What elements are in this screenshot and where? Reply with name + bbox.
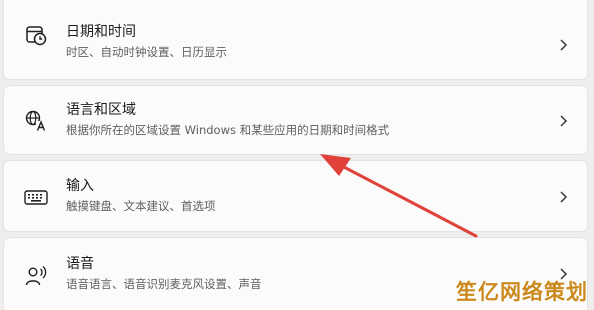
- chevron-right-icon: [560, 115, 568, 127]
- settings-item-language-region[interactable]: 语言和区域 根据你所在的区域设置 Windows 和某些应用的日期和时间格式: [3, 85, 588, 155]
- settings-item-title: 输入: [66, 178, 94, 194]
- settings-item-subtitle: 语音语言、语音识别麦克风设置、声音: [66, 277, 262, 291]
- settings-item-subtitle: 触摸键盘、文本建议、首选项: [66, 199, 216, 213]
- settings-page: 日期和时间 时区、自动时钟设置、日历显示 语言和区域 根据你所在的区域设置 Wi…: [0, 0, 594, 310]
- chevron-right-icon: [560, 39, 568, 51]
- settings-item-title: 日期和时间: [66, 24, 136, 40]
- settings-item-input[interactable]: 输入 触摸键盘、文本建议、首选项: [3, 160, 588, 232]
- settings-item-date-time[interactable]: 日期和时间 时区、自动时钟设置、日历显示: [3, 0, 588, 80]
- language-icon: [23, 108, 49, 134]
- settings-item-subtitle: 时区、自动时钟设置、日历显示: [66, 45, 227, 59]
- keyboard-icon: [23, 184, 49, 210]
- settings-item-title: 语音: [66, 256, 94, 272]
- settings-item-title: 语言和区域: [66, 102, 136, 118]
- speech-icon: [23, 263, 49, 289]
- settings-item-subtitle: 根据你所在的区域设置 Windows 和某些应用的日期和时间格式: [66, 123, 390, 137]
- watermark: 笙亿网络策划: [456, 280, 588, 304]
- chevron-right-icon: [560, 191, 568, 203]
- clock-calendar-icon: [23, 22, 49, 48]
